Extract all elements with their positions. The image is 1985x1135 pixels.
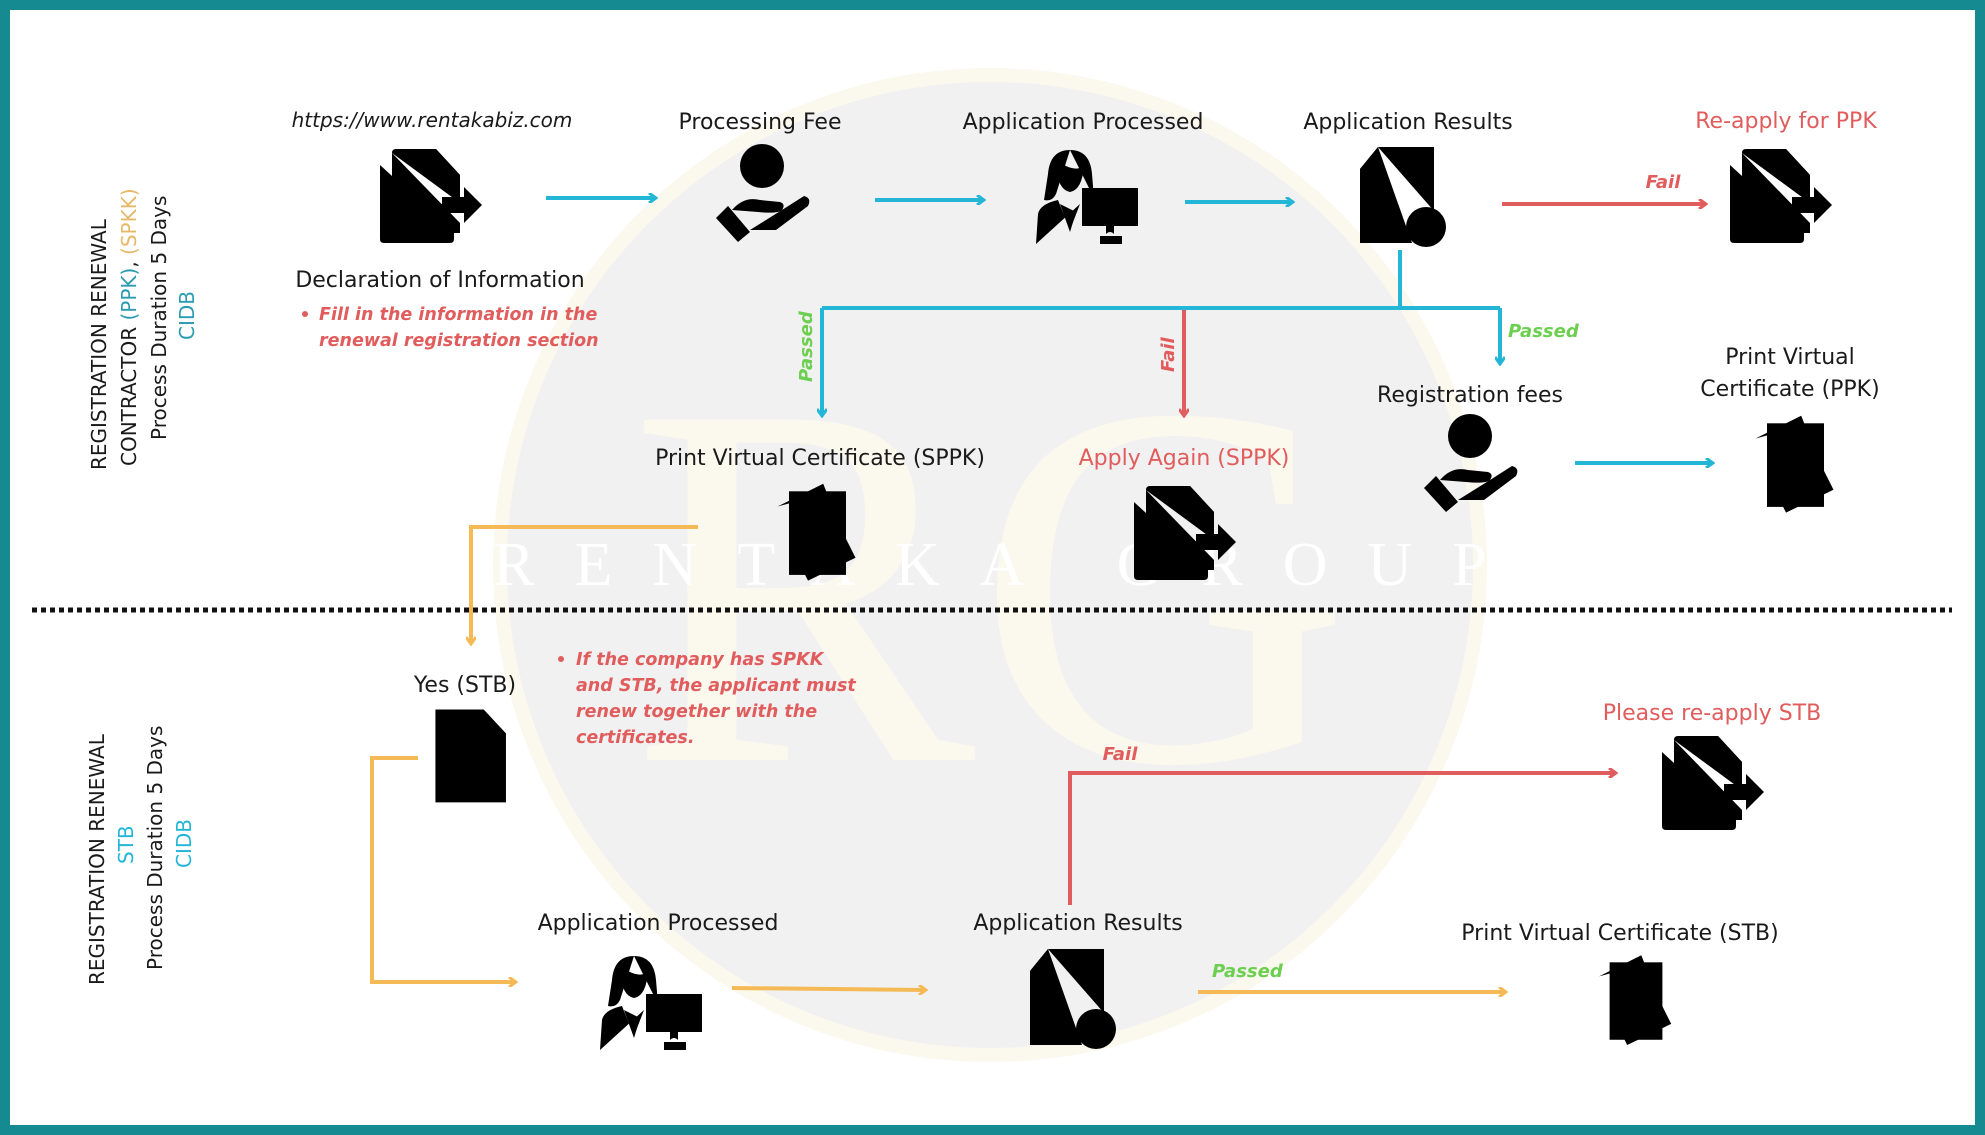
print-sppk-label: Print Virtual Certificate (SPPK) xyxy=(655,446,985,471)
ppk-side-sep: , xyxy=(117,255,141,268)
fail-tag: Fail xyxy=(1646,172,1682,193)
fail-tag: Fail xyxy=(1158,336,1179,372)
ppk-side-duration: Process Duration 5 Days xyxy=(147,196,171,440)
ppk-side-label: REGISTRATION RENEWAL xyxy=(87,218,111,470)
document-export-icon xyxy=(1730,149,1832,243)
flow-diagram: RG RENTAKA GROUP REGISTRATION RENEWAL CO… xyxy=(32,68,1952,1062)
print-stb-label: Print Virtual Certificate (STB) xyxy=(1461,921,1778,946)
passed-tag: Passed xyxy=(1212,961,1284,982)
document-check-icon xyxy=(1360,147,1446,247)
stb-application-processed-label: Application Processed xyxy=(538,911,779,936)
ppk-side-line2: CONTRACTOR (PPK), (SPKK) xyxy=(117,188,141,466)
reapply-stb-label: Please re-apply STB xyxy=(1603,701,1821,726)
arrow-to-stb-application-results xyxy=(731,988,926,990)
document-export-icon xyxy=(1662,736,1764,830)
declaration-note-line1: Fill in the information in the xyxy=(319,305,597,325)
bullet xyxy=(302,311,308,317)
diagram-canvas: RG RENTAKA GROUP REGISTRATION RENEWAL CO… xyxy=(10,10,1975,1125)
watermark-text: RENTAKA GROUP xyxy=(493,531,1526,599)
print-ppk-label-line2: Certificate (PPK) xyxy=(1700,377,1879,402)
stb-side-stb: STB xyxy=(114,825,138,864)
declaration-note-line2: renewal registration section xyxy=(319,331,599,351)
certificate-icon xyxy=(777,483,856,581)
document-export-icon xyxy=(380,149,482,243)
ppk-side-contractor: CONTRACTOR xyxy=(117,321,141,466)
reapply-ppk-label: Re-apply for PPK xyxy=(1695,109,1877,134)
processing-fee-label: Processing Fee xyxy=(679,110,842,135)
application-processed-label: Application Processed xyxy=(963,110,1204,135)
passed-tag: Passed xyxy=(796,310,817,382)
stb-side-cidb: CIDB xyxy=(172,819,196,868)
officer-computer-icon xyxy=(600,956,702,1050)
website-url[interactable]: https://www.rentakabiz.com xyxy=(292,108,573,132)
declaration-label: Declaration of Information xyxy=(295,268,584,293)
apply-again-sppk-label: Apply Again (SPPK) xyxy=(1079,446,1290,471)
stb-application-results-label: Application Results xyxy=(973,911,1182,936)
bullet xyxy=(558,656,564,662)
registration-fees-label: Registration fees xyxy=(1377,383,1563,408)
ppk-side-spkk: (SPKK) xyxy=(117,188,141,255)
stb-note-line2: and STB, the applicant must xyxy=(576,676,856,696)
certificate-icon xyxy=(1755,415,1834,513)
document-icon xyxy=(435,709,506,803)
print-ppk-label-line1: Print Virtual xyxy=(1725,345,1855,370)
stb-side-title: REGISTRATION RENEWAL xyxy=(85,733,109,985)
ppk-side-cidb: CIDB xyxy=(175,291,199,340)
stb-note-line4: certificates. xyxy=(576,728,695,748)
ppk-side-ppk: (PPK) xyxy=(117,268,141,321)
ppk-side-title: REGISTRATION RENEWAL xyxy=(87,218,111,470)
svg-text:CONTRACTOR (PPK), (SPKK): CONTRACTOR (PPK), (SPKK) xyxy=(117,188,141,466)
stb-side-duration: Process Duration 5 Days xyxy=(143,726,167,970)
certificate-icon xyxy=(1599,955,1672,1046)
fail-tag: Fail xyxy=(1103,744,1139,765)
passed-tag: Passed xyxy=(1508,321,1580,342)
application-results-label: Application Results xyxy=(1303,110,1512,135)
yes-stb-label: Yes (STB) xyxy=(413,673,516,698)
stb-note-line1: If the company has SPKK xyxy=(576,650,825,670)
stb-note-line3: renew together with the xyxy=(576,702,817,722)
